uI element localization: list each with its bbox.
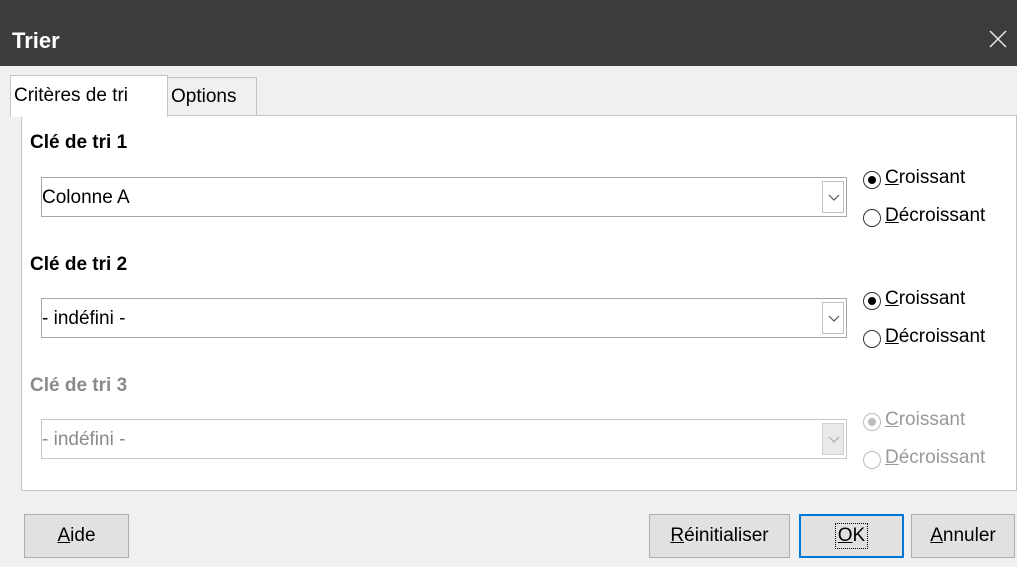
sort-key-2-title: Clé de tri 2 <box>30 254 128 275</box>
tab-sort-criteria[interactable]: Critères de tri <box>10 75 168 117</box>
sort-key-2-dropdown-button[interactable] <box>822 302 844 334</box>
sort-key-3-select: - indéfini - <box>41 419 847 459</box>
chevron-down-icon <box>828 436 840 443</box>
help-button[interactable]: Aide <box>24 514 129 558</box>
chevron-down-icon <box>828 315 840 322</box>
close-button[interactable] <box>987 22 1017 56</box>
sort-key-2-select[interactable]: - indéfini - <box>41 298 847 338</box>
radio-unchecked-icon <box>863 330 881 348</box>
sort-key-1-value: Colonne A <box>42 187 130 208</box>
radio-checked-icon <box>863 292 881 310</box>
sort-key-1-title: Clé de tri 1 <box>30 132 128 153</box>
radio-checked-icon <box>863 171 881 189</box>
title-bar: Trier <box>0 0 1017 66</box>
window-title: Trier <box>12 28 60 53</box>
radio-unchecked-icon <box>863 209 881 227</box>
sort-key-3-title: Clé de tri 3 <box>30 375 128 396</box>
chevron-down-icon <box>828 194 840 201</box>
reset-button[interactable]: Réinitialiser <box>649 514 790 558</box>
sort-criteria-panel: Clé de tri 1 Colonne A Croissant Décrois… <box>21 115 1017 491</box>
ok-button[interactable]: OK <box>799 514 904 558</box>
cancel-button[interactable]: Annuler <box>911 514 1015 558</box>
close-icon <box>989 30 1007 48</box>
sort-key-2-value: - indéfini - <box>42 308 126 329</box>
sort-key-3-dropdown-button <box>822 423 844 455</box>
sort-key-1-select[interactable]: Colonne A <box>41 177 847 217</box>
radio-unchecked-icon <box>863 451 881 469</box>
tab-options[interactable]: Options <box>167 77 257 116</box>
sort-key-1-dropdown-button[interactable] <box>822 181 844 213</box>
radio-checked-icon <box>863 413 881 431</box>
sort-key-3-value: - indéfini - <box>42 429 126 450</box>
